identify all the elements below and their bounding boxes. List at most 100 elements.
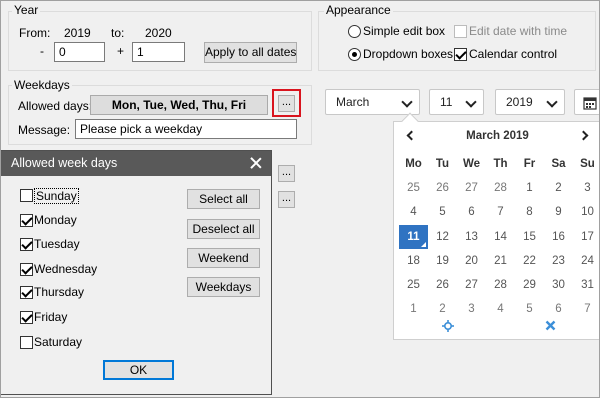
tuesday-label[interactable]: Tuesday xyxy=(34,237,80,251)
calendar-day[interactable]: 14 xyxy=(486,225,515,249)
calendar-day[interactable]: 1 xyxy=(515,176,544,200)
calendar-day[interactable]: 1 xyxy=(399,297,428,321)
minus-years-input[interactable]: 0 xyxy=(54,42,105,62)
appearance-group xyxy=(318,11,596,71)
year-dropdown[interactable]: 2019 xyxy=(495,89,565,115)
calendar-icon xyxy=(583,97,597,110)
weekdays-button[interactable]: Weekdays xyxy=(187,277,260,297)
message-input[interactable]: Please pick a weekday xyxy=(75,119,297,139)
simple-edit-box-radio[interactable] xyxy=(348,25,361,38)
calendar-day[interactable]: 7 xyxy=(573,297,600,321)
allowed-days-browse-button[interactable]: ... xyxy=(278,95,295,112)
wednesday-label[interactable]: Wednesday xyxy=(34,262,97,276)
calendar-control-checkbox[interactable] xyxy=(454,48,467,61)
calendar-day[interactable]: 9 xyxy=(544,200,573,224)
calendar-day[interactable]: 8 xyxy=(515,200,544,224)
thursday-checkbox[interactable] xyxy=(20,286,33,299)
calendar-day[interactable]: 2 xyxy=(428,297,457,321)
calendar-dow-row: Mo Tu We Th Fr Sa Su xyxy=(399,152,600,176)
calendar-day[interactable]: 19 xyxy=(428,249,457,273)
dialog-close-icon[interactable] xyxy=(249,156,263,170)
calendar-day[interactable]: 20 xyxy=(457,249,486,273)
ok-button[interactable]: OK xyxy=(103,360,174,380)
monday-checkbox[interactable] xyxy=(20,214,33,227)
calendar-day[interactable]: 22 xyxy=(515,249,544,273)
tuesday-checkbox[interactable] xyxy=(20,238,33,251)
calendar-month-header[interactable]: March 2019 xyxy=(394,130,600,142)
thursday-label[interactable]: Thursday xyxy=(34,285,84,299)
weekend-button[interactable]: Weekend xyxy=(187,248,260,268)
friday-label[interactable]: Friday xyxy=(34,310,67,324)
calendar-day[interactable]: 24 xyxy=(573,249,600,273)
dow-sa: Sa xyxy=(551,158,566,170)
calendar-day[interactable]: 3 xyxy=(573,176,600,200)
calendar-week-row: 11 12 13 14 15 16 17 xyxy=(399,224,600,249)
monday-label[interactable]: Monday xyxy=(34,213,77,227)
year-dropdown-value: 2019 xyxy=(506,95,533,109)
calendar-day[interactable]: 28 xyxy=(486,176,515,200)
calendar-dropdown-button[interactable] xyxy=(574,89,600,115)
month-dropdown[interactable]: March xyxy=(325,89,420,115)
sunday-checkbox[interactable] xyxy=(20,189,33,202)
calendar-day[interactable]: 29 xyxy=(515,273,544,297)
calendar-day[interactable]: 7 xyxy=(486,200,515,224)
wednesday-checkbox[interactable] xyxy=(20,263,33,276)
calendar-day[interactable]: 5 xyxy=(428,200,457,224)
calendar-day[interactable]: 3 xyxy=(457,297,486,321)
sunday-label[interactable]: Sunday xyxy=(34,188,79,204)
chevron-down-icon xyxy=(465,96,477,108)
calendar-day-selected[interactable]: 11 xyxy=(399,224,428,249)
plus-years-input[interactable]: 1 xyxy=(132,42,185,62)
allowed-days-field: Mon, Tue, Wed, Thu, Fri xyxy=(90,95,268,115)
appearance-group-title: Appearance xyxy=(324,3,393,17)
to-year-value: 2020 xyxy=(145,26,172,40)
dialog-title: Allowed week days xyxy=(1,151,271,176)
calendar-day[interactable]: 26 xyxy=(428,176,457,200)
apply-to-all-dates-button[interactable]: Apply to all dates xyxy=(204,42,297,63)
calendar-day[interactable]: 23 xyxy=(544,249,573,273)
calendar-day[interactable]: 25 xyxy=(399,273,428,297)
calendar-day[interactable]: 26 xyxy=(428,273,457,297)
select-all-button[interactable]: Select all xyxy=(187,189,260,209)
calendar-day[interactable]: 4 xyxy=(399,200,428,224)
calendar-day[interactable]: 31 xyxy=(573,273,600,297)
calendar-day[interactable]: 25 xyxy=(399,176,428,200)
calendar-day[interactable]: 17 xyxy=(573,225,600,249)
calendar-day[interactable]: 30 xyxy=(544,273,573,297)
calendar-day[interactable]: 4 xyxy=(486,297,515,321)
calendar-day[interactable]: 15 xyxy=(515,225,544,249)
calendar-day[interactable]: 13 xyxy=(457,225,486,249)
chevron-down-icon xyxy=(401,96,413,108)
calendar-day[interactable]: 16 xyxy=(544,225,573,249)
deselect-all-button[interactable]: Deselect all xyxy=(187,219,260,239)
friday-checkbox[interactable] xyxy=(20,311,33,324)
dropdown-boxes-radio[interactable] xyxy=(348,48,361,61)
calendar-day[interactable]: 6 xyxy=(457,200,486,224)
simple-edit-box-label[interactable]: Simple edit box xyxy=(363,24,445,38)
day-dropdown[interactable]: 11 xyxy=(429,89,484,115)
calendar-day[interactable]: 21 xyxy=(486,249,515,273)
dow-th: Th xyxy=(493,158,508,170)
saturday-checkbox[interactable] xyxy=(20,336,33,349)
saturday-label[interactable]: Saturday xyxy=(34,335,82,349)
calendar-day[interactable]: 28 xyxy=(486,273,515,297)
calendar-day[interactable]: 10 xyxy=(573,200,600,224)
close-icon[interactable] xyxy=(545,320,556,331)
calendar-day[interactable]: 27 xyxy=(457,176,486,200)
browse-button-3[interactable]: ... xyxy=(278,191,295,208)
year-group-title: Year xyxy=(12,3,41,17)
calendar-day[interactable]: 2 xyxy=(544,176,573,200)
calendar-day[interactable]: 5 xyxy=(515,297,544,321)
calendar-week-row: 25 26 27 28 29 30 31 xyxy=(399,273,600,297)
calendar-control-label[interactable]: Calendar control xyxy=(469,47,557,61)
calendar-day[interactable]: 12 xyxy=(428,225,457,249)
calendar-day[interactable]: 6 xyxy=(544,297,573,321)
dow-we: We xyxy=(462,158,481,170)
crosshair-icon[interactable] xyxy=(442,320,454,332)
to-label: to: xyxy=(111,26,125,40)
calendar-day[interactable]: 27 xyxy=(457,273,486,297)
dow-tu: Tu xyxy=(435,158,450,170)
browse-button-2[interactable]: ... xyxy=(278,165,295,182)
calendar-day[interactable]: 18 xyxy=(399,249,428,273)
dropdown-boxes-label[interactable]: Dropdown boxes xyxy=(363,47,453,61)
